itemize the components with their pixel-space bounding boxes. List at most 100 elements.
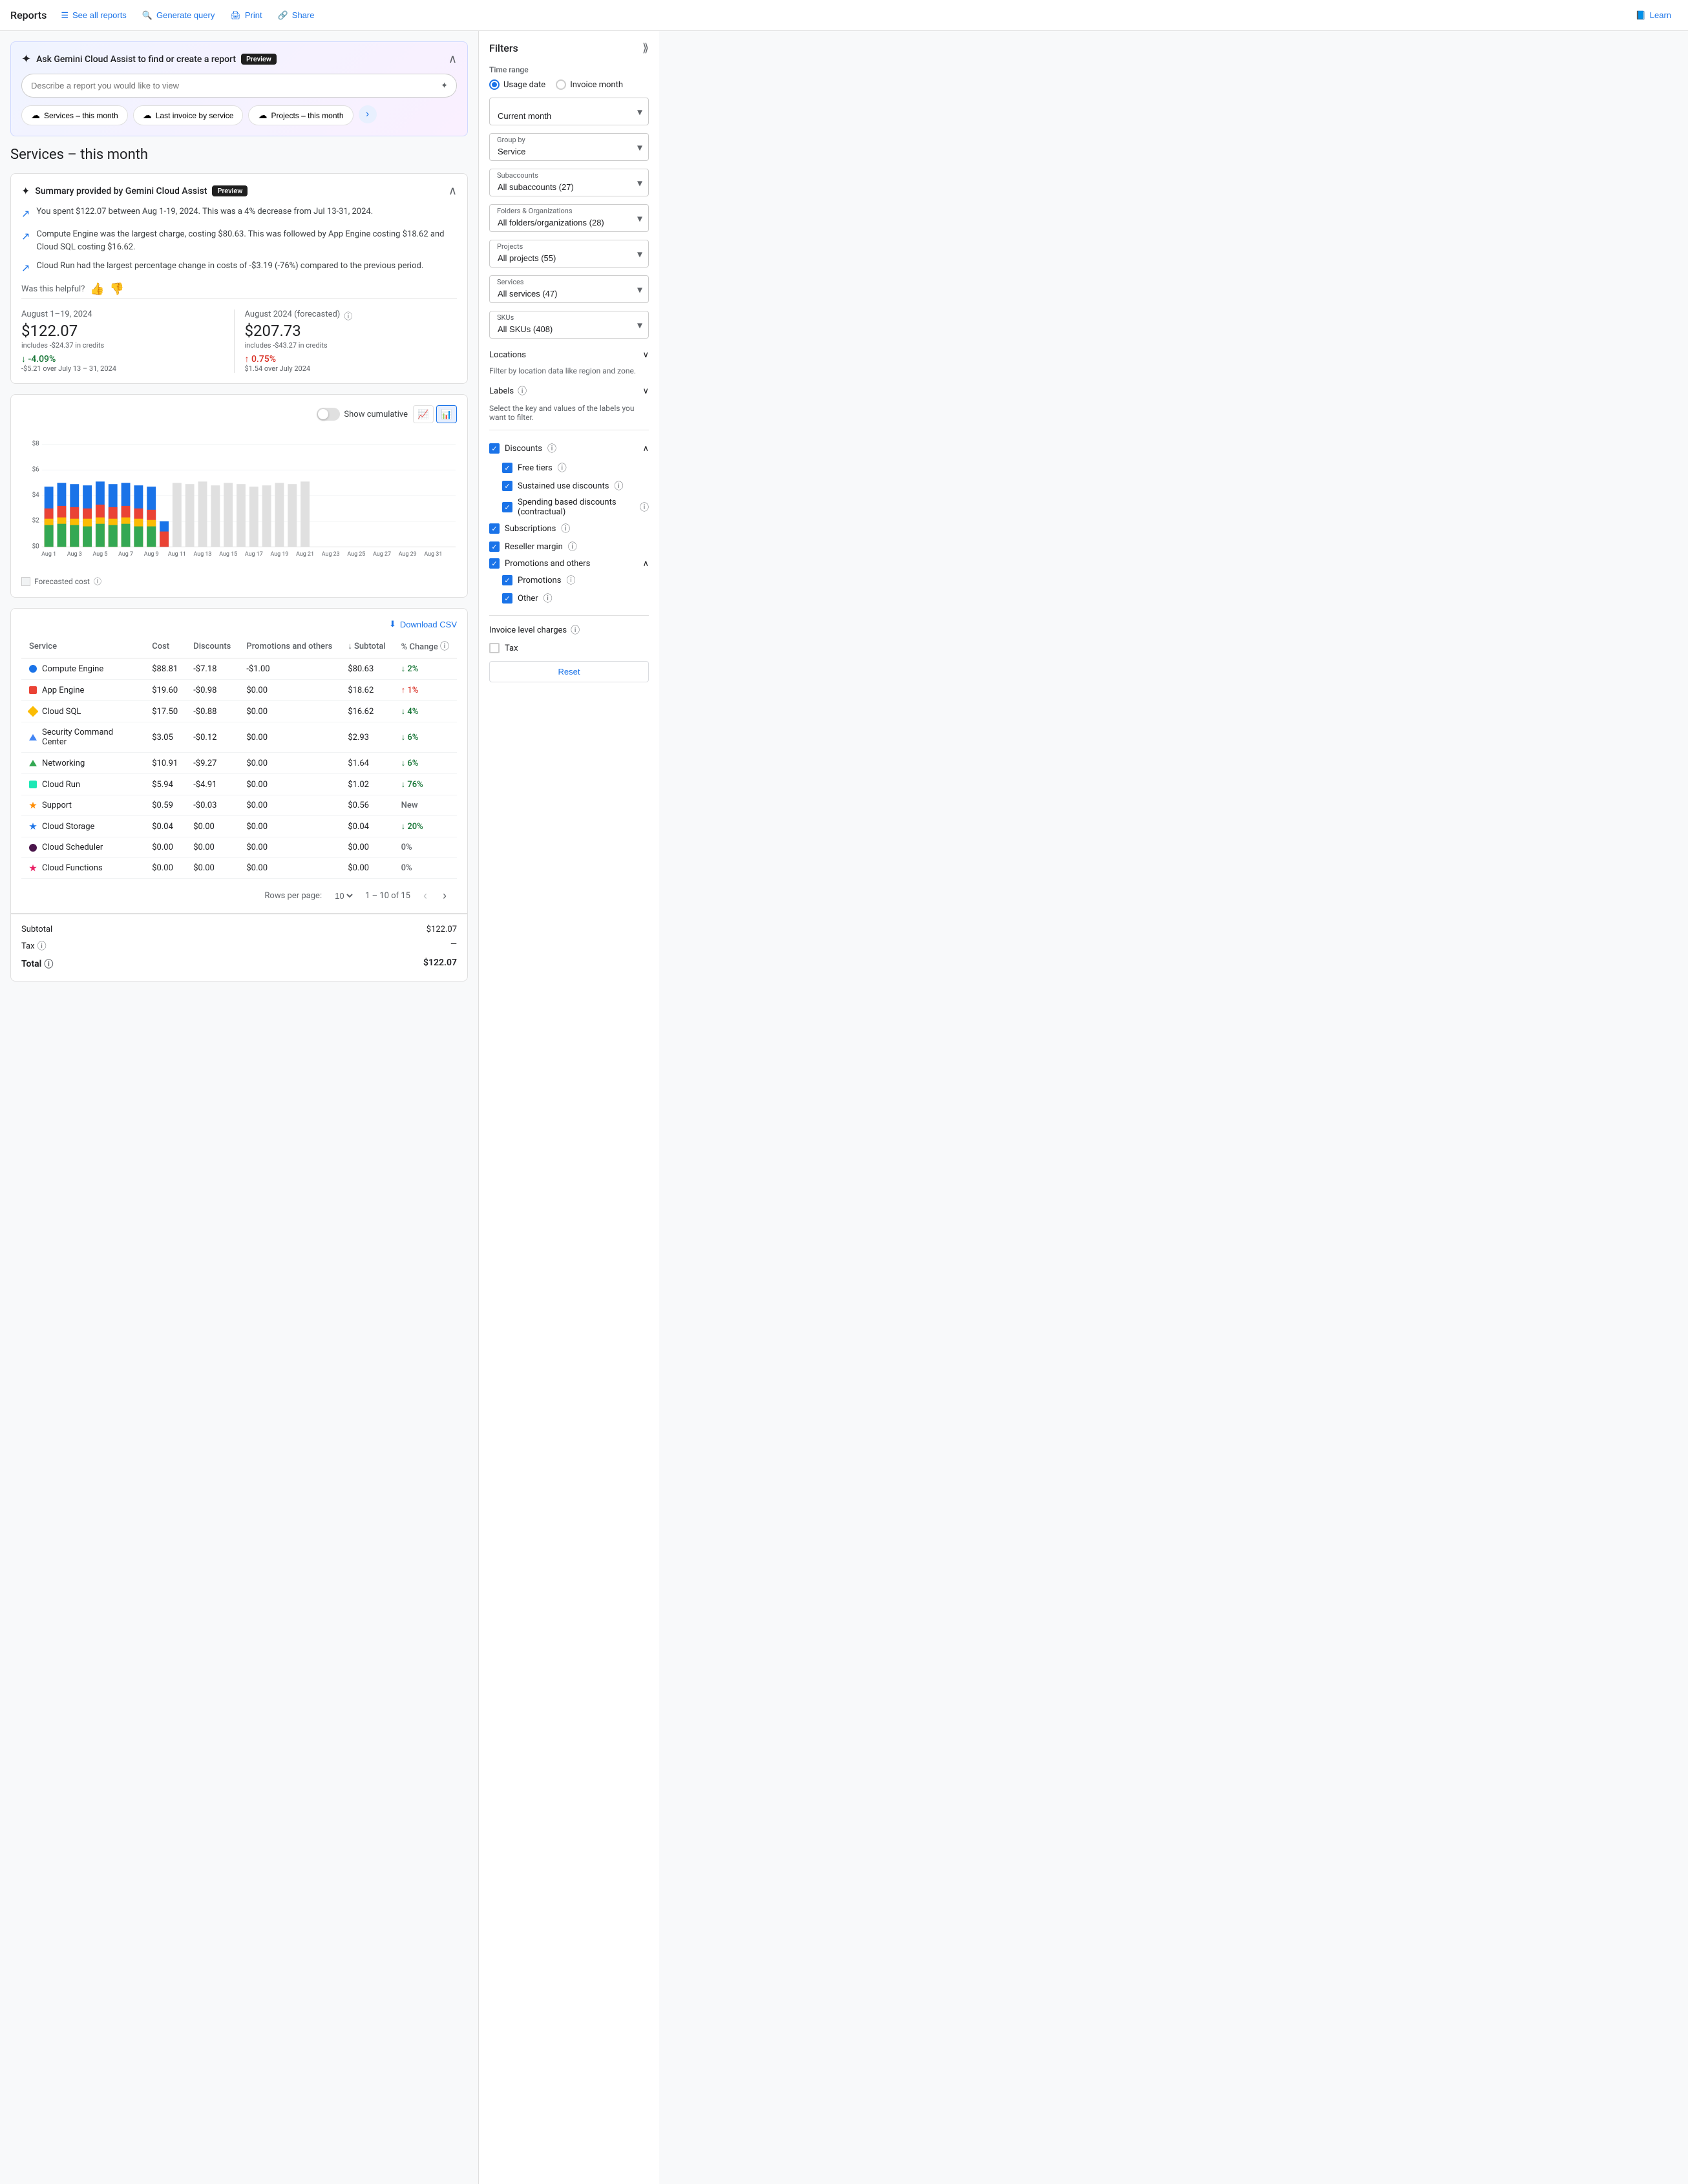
download-csv-button[interactable]: ⬇ Download CSV [389, 619, 457, 629]
service-cell-5: Cloud Run [21, 774, 144, 795]
svg-text:Aug 29: Aug 29 [399, 551, 417, 558]
tax-checkbox[interactable] [489, 643, 500, 653]
table-row: Cloud Storage $0.04 $0.00 $0.00 $0.04 ↓ … [21, 816, 457, 837]
promotions-checkbox[interactable]: ✓ [502, 575, 512, 585]
help-icon-spending[interactable]: ⓘ [640, 501, 649, 514]
usage-date-option[interactable]: Usage date [489, 79, 545, 90]
filters-header: Filters ⟫ [489, 41, 649, 55]
next-page-button[interactable]: › [440, 887, 449, 905]
chart-controls: Show cumulative 📈 📊 [21, 405, 457, 423]
line-chart-button[interactable]: 📈 [413, 405, 434, 423]
service-dot-0 [29, 665, 37, 673]
share-button[interactable]: 🔗 Share [271, 6, 321, 25]
service-dot-9 [29, 865, 37, 872]
help-icon-reseller[interactable]: ⓘ [568, 540, 577, 553]
help-icon-sustained[interactable]: ⓘ [614, 479, 623, 492]
promotions-others-header[interactable]: ✓ Promotions and others ∧ [489, 556, 649, 571]
promotions-chevron-icon: ∧ [642, 559, 649, 569]
discounts-cell-6: -$0.03 [185, 795, 238, 816]
svg-text:Aug 25: Aug 25 [347, 551, 365, 558]
help-icon-discounts[interactable]: ⓘ [547, 442, 556, 455]
bar-chart-button[interactable]: 📊 [436, 405, 457, 423]
metric-forecasted-date: August 2024 (forecasted) [245, 310, 341, 319]
locations-label-wrap: Locations [489, 350, 526, 360]
chip-services-month[interactable]: ☁ Services – this month [21, 105, 128, 125]
bar-chart-svg: $8 $6 $4 $2 $0 [21, 428, 457, 571]
help-icon-change[interactable]: ⓘ [440, 642, 449, 652]
reseller-margin-checkbox[interactable]: ✓ [489, 541, 500, 552]
chip-last-invoice[interactable]: ☁ Last invoice by service [133, 105, 244, 125]
help-icon-free-tiers[interactable]: ⓘ [558, 461, 567, 474]
discounts-cell-0: -$7.18 [185, 658, 238, 680]
gcp-icon-2: ☁ [143, 110, 152, 121]
change-cell-2: ↓ 4% [394, 701, 457, 722]
sort-down-icon: ↓ [348, 642, 352, 651]
learn-button[interactable]: 📘 Learn [1629, 6, 1678, 25]
generate-query-button[interactable]: 🔍 Generate query [136, 6, 222, 25]
invoice-month-radio[interactable] [556, 79, 566, 90]
gemini-collapse-button[interactable]: ∧ [448, 52, 457, 66]
total-value: $122.07 [423, 958, 457, 971]
metric-forecasted: August 2024 (forecasted) ⓘ $207.73 inclu… [234, 310, 458, 373]
filters-expand-button[interactable]: ⟫ [642, 41, 649, 55]
free-tiers-checkbox[interactable]: ✓ [502, 463, 512, 473]
usage-date-radio[interactable] [489, 79, 500, 90]
download-row: ⬇ Download CSV [21, 619, 457, 629]
show-cumulative-toggle[interactable]: Show cumulative [317, 408, 408, 421]
help-icon-forecast[interactable]: ⓘ [344, 310, 352, 322]
help-icon-total[interactable]: ⓘ [44, 958, 53, 971]
help-icon-forecasted[interactable]: ⓘ [94, 576, 101, 587]
trend-icon-2: ↗ [21, 229, 30, 244]
svg-text:$2: $2 [32, 518, 40, 525]
help-icon-invoice-charges[interactable]: ⓘ [571, 624, 580, 636]
cost-cell-2: $17.50 [144, 701, 185, 722]
subaccounts-wrap: Subaccounts All subaccounts (27) ▾ [489, 169, 649, 196]
help-icon-subscriptions[interactable]: ⓘ [561, 522, 570, 535]
toggle-switch[interactable] [317, 408, 340, 421]
gemini-search-input[interactable] [21, 74, 457, 98]
subtotal-cell-6: $0.56 [340, 795, 393, 816]
metric-current-changes: ↓ -4.09% -$5.21 over July 13 – 31, 2024 [21, 353, 224, 373]
see-all-reports-button[interactable]: ☰ See all reports [54, 6, 132, 25]
metric-current-change: ↓ -4.09% [21, 353, 116, 364]
other-checkbox[interactable]: ✓ [502, 593, 512, 604]
discounts-checkbox[interactable]: ✓ [489, 443, 500, 454]
subtotal-cell-4: $1.64 [340, 753, 393, 774]
promotions-others-checkbox[interactable]: ✓ [489, 558, 500, 569]
thumbs-down-button[interactable]: 👎 [110, 282, 124, 296]
current-month-select[interactable]: Current month [489, 98, 649, 125]
locations-header[interactable]: Locations ∨ [489, 346, 649, 364]
subscriptions-checkbox[interactable]: ✓ [489, 523, 500, 534]
help-icon-tax[interactable]: ⓘ [37, 940, 47, 952]
chips-next-button[interactable]: › [359, 105, 377, 123]
labels-header[interactable]: Labels ⓘ ∨ [489, 381, 649, 401]
print-button[interactable]: 🖨 Print [224, 6, 268, 25]
service-cell-4: Networking [21, 753, 144, 774]
thumbs-up-button[interactable]: 👍 [90, 282, 104, 296]
prev-page-button[interactable]: ‹ [421, 887, 430, 905]
gemini-chips: ☁ Services – this month ☁ Last invoice b… [21, 105, 457, 125]
help-icon-promotions[interactable]: ⓘ [566, 574, 575, 587]
cost-cell-8: $0.00 [144, 837, 185, 858]
svg-text:Aug 11: Aug 11 [168, 551, 186, 558]
cost-cell-6: $0.59 [144, 795, 185, 816]
invoice-charges-row: Invoice level charges ⓘ [489, 624, 649, 636]
gemini-preview-badge: Preview [241, 54, 277, 65]
rows-per-page-select[interactable]: 10 25 50 [332, 890, 355, 901]
folders-label: Folders & Organizations [497, 207, 573, 215]
credits-header[interactable]: ✓ Discounts ⓘ ∧ [489, 438, 649, 459]
promotions-cell-3: $0.00 [238, 722, 340, 753]
help-icon-labels[interactable]: ⓘ [518, 384, 527, 397]
spending-based-checkbox[interactable]: ✓ [502, 502, 512, 512]
reset-button[interactable]: Reset [489, 661, 649, 682]
service-cell-3: Security Command Center [21, 722, 144, 753]
help-icon-other[interactable]: ⓘ [543, 592, 553, 605]
chip-projects-month[interactable]: ☁ Projects – this month [248, 105, 353, 125]
discounts-cell-9: $0.00 [185, 858, 238, 879]
gemini-input-wrap: ✦ [21, 74, 457, 98]
folders-wrap: Folders & Organizations All folders/orga… [489, 204, 649, 232]
invoice-month-option[interactable]: Invoice month [556, 79, 623, 90]
sustained-use-checkbox[interactable]: ✓ [502, 481, 512, 491]
service-dot-1 [29, 686, 37, 694]
summary-collapse-button[interactable]: ∧ [448, 184, 457, 198]
